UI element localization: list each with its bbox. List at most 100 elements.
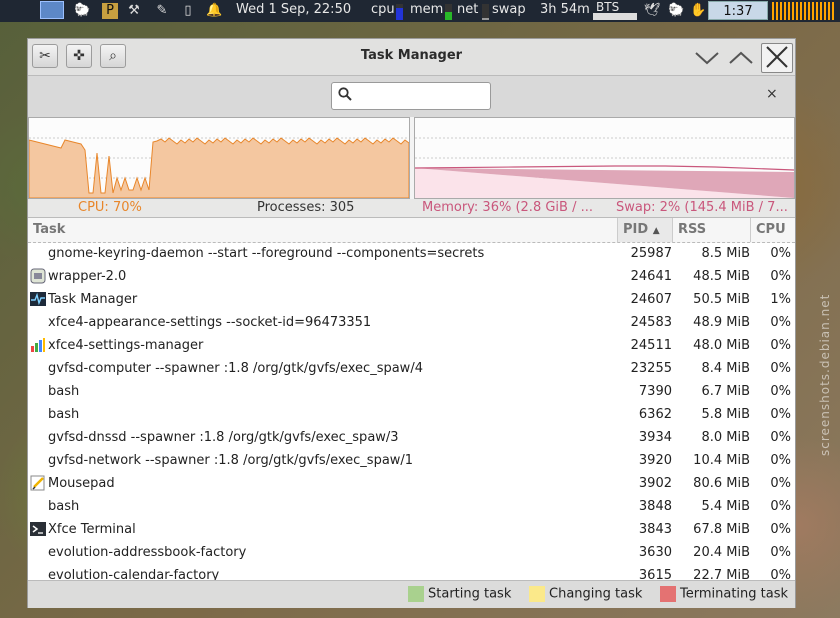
swap-usage-text: Swap: 2% (145.4 MiB / 7...	[616, 200, 788, 215]
task-cpu: 0%	[770, 545, 791, 560]
table-row[interactable]: Xfce Terminal 3843 67.8 MiB 0%	[28, 518, 795, 541]
task-rss: 48.5 MiB	[693, 269, 750, 284]
mousepad-icon	[30, 475, 46, 491]
task-cpu: 0%	[770, 269, 791, 284]
table-row[interactable]: evolution-calendar-factory 3615 22.7 MiB 0%	[28, 564, 795, 581]
table-row[interactable]: xfce4-appearance-settings --socket-id=96…	[28, 311, 795, 334]
cpu-label: cpu	[371, 2, 395, 17]
battery-time[interactable]: 1:37	[708, 1, 768, 20]
task-cpu: 0%	[770, 407, 791, 422]
table-row[interactable]: gvfsd-dnssd --spawner :1.8 /org/gtk/gvfs…	[28, 426, 795, 449]
mem-label: mem	[410, 2, 444, 17]
search-input[interactable]	[358, 87, 490, 107]
search-bar: ×	[28, 75, 795, 118]
workspace-1-button[interactable]	[40, 1, 64, 19]
maximize-icon[interactable]	[726, 43, 756, 71]
search-field[interactable]	[331, 82, 491, 110]
task-rss: 10.4 MiB	[693, 453, 750, 468]
task-name: Mousepad	[48, 476, 115, 491]
task-table[interactable]: Task PID ▲ RSS CPU gnome-keyring-daemon …	[28, 217, 795, 581]
task-rss: 80.6 MiB	[693, 476, 750, 491]
net-meter[interactable]	[482, 4, 489, 20]
sheep-icon[interactable]: 🐑	[668, 3, 684, 19]
task-rss: 20.4 MiB	[693, 545, 750, 560]
task-cpu: 0%	[770, 246, 791, 261]
legend-bar: Starting task Changing task Terminating …	[28, 580, 795, 608]
table-row[interactable]: evolution-addressbook-factory 3630 20.4 Mi…	[28, 541, 795, 564]
task-rss: 8.5 MiB	[701, 246, 750, 261]
uptime: 3h 54m	[540, 2, 590, 17]
cpu-meter[interactable]	[396, 4, 403, 20]
table-row[interactable]: xfce4-settings-manager 24511 48.0 MiB 0%	[28, 334, 795, 357]
pen-icon[interactable]: ✎	[154, 3, 170, 19]
minimize-icon[interactable]	[692, 43, 722, 71]
cpu-usage-text: CPU: 70%	[78, 200, 142, 215]
title-bar[interactable]: ✂ ✜ ⌕ Task Manager	[28, 39, 795, 75]
clock[interactable]: Wed 1 Sep, 22:50	[236, 0, 351, 22]
task-name: gvfsd-computer --spawner :1.8 /org/gtk/g…	[48, 361, 423, 376]
table-row[interactable]: bash 7390 6.7 MiB 0%	[28, 380, 795, 403]
wrapper-icon	[30, 268, 46, 284]
task-cpu: 0%	[770, 384, 791, 399]
cpu-graph	[28, 117, 410, 199]
memory-graph	[414, 117, 795, 199]
terminal-icon	[30, 521, 46, 537]
task-cpu: 0%	[770, 499, 791, 514]
task-name: bash	[48, 407, 80, 422]
task-cpu: 0%	[770, 361, 791, 376]
task-cpu: 0%	[770, 476, 791, 491]
terminating-swatch	[660, 586, 676, 602]
task-manager-icon	[30, 291, 46, 307]
task-rss: 50.5 MiB	[693, 292, 750, 307]
task-pid: 3920	[638, 453, 672, 468]
task-pid: 24511	[630, 338, 672, 353]
legend-starting: Starting task	[408, 586, 511, 603]
legend-changing: Changing task	[529, 586, 642, 603]
task-rss: 48.9 MiB	[693, 315, 750, 330]
table-row[interactable]: gvfsd-computer --spawner :1.8 /org/gtk/g…	[28, 357, 795, 380]
bts-bar	[593, 13, 637, 20]
battery-icon[interactable]: ▯	[180, 3, 196, 19]
column-pid[interactable]: PID ▲	[618, 218, 673, 242]
task-name: Xfce Terminal	[48, 522, 136, 537]
table-row[interactable]: wrapper-2.0 24641 48.5 MiB 0%	[28, 265, 795, 288]
task-name: wrapper-2.0	[48, 269, 127, 284]
table-row[interactable]: bash 6362 5.8 MiB 0%	[28, 403, 795, 426]
graphs-area	[28, 117, 795, 199]
task-name: xfce4-appearance-settings --socket-id=96…	[48, 315, 372, 330]
column-task[interactable]: Task	[28, 218, 618, 242]
network-tool-icon[interactable]: ⚒	[126, 3, 142, 19]
task-name: evolution-addressbook-factory	[48, 545, 247, 560]
sort-ascending-icon: ▲	[652, 226, 660, 236]
task-pid: 24641	[630, 269, 672, 284]
mem-meter[interactable]	[445, 4, 452, 20]
task-cpu: 0%	[770, 315, 791, 330]
task-cpu: 0%	[770, 453, 791, 468]
changing-swatch	[529, 586, 545, 602]
column-cpu[interactable]: CPU	[751, 218, 795, 242]
task-rss: 5.4 MiB	[701, 499, 750, 514]
table-header: Task PID ▲ RSS CPU	[28, 218, 795, 243]
hand-icon[interactable]: ✋	[690, 3, 706, 19]
clipboard-icon[interactable]: P	[102, 3, 118, 19]
table-row[interactable]: gvfsd-network --spawner :1.8 /org/gtk/gv…	[28, 449, 795, 472]
table-row[interactable]: bash 3848 5.4 MiB 0%	[28, 495, 795, 518]
task-name: evolution-calendar-factory	[48, 568, 220, 581]
task-pid: 3902	[638, 476, 672, 491]
clear-search-icon[interactable]: ×	[766, 86, 778, 102]
sheep-icon[interactable]: 🐑	[74, 3, 90, 19]
settings-manager-icon	[30, 337, 46, 353]
close-icon[interactable]	[761, 43, 793, 73]
bell-icon[interactable]: 🔔	[206, 3, 222, 19]
column-rss[interactable]: RSS	[673, 218, 751, 242]
bird-icon[interactable]: 🕊	[644, 3, 661, 19]
task-rss: 6.7 MiB	[701, 384, 750, 399]
table-row[interactable]: gnome-keyring-daemon --start --foregroun…	[28, 242, 795, 265]
task-rss: 8.4 MiB	[701, 361, 750, 376]
task-pid: 24607	[630, 292, 672, 307]
table-row[interactable]: Mousepad 3902 80.6 MiB 0%	[28, 472, 795, 495]
task-cpu: 0%	[770, 522, 791, 537]
task-name: gvfsd-network --spawner :1.8 /org/gtk/gv…	[48, 453, 414, 468]
graph-status: CPU: 70% Processes: 305 Memory: 36% (2.8…	[28, 199, 795, 217]
table-row[interactable]: Task Manager 24607 50.5 MiB 1%	[28, 288, 795, 311]
